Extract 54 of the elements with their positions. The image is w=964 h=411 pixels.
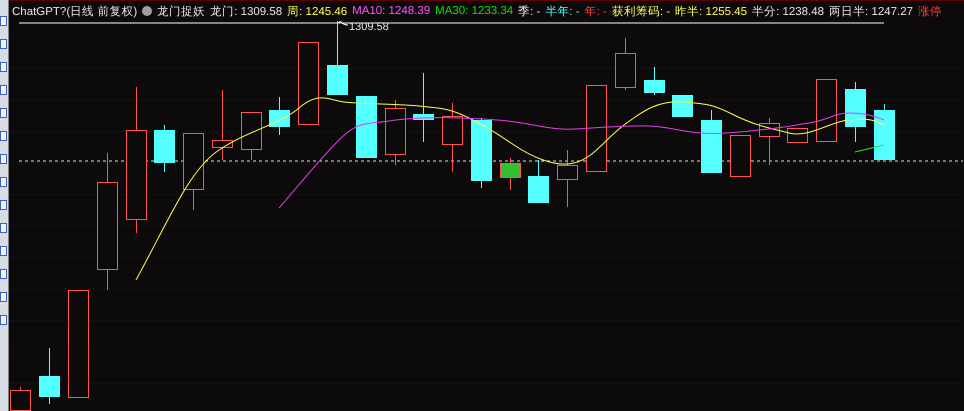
candlestick bbox=[212, 90, 233, 160]
candlestick bbox=[241, 112, 262, 160]
legend-value: 两日半: 1247.27 bbox=[829, 4, 913, 18]
candlestick bbox=[816, 78, 837, 142]
tool-icon[interactable] bbox=[0, 62, 7, 72]
candlestick bbox=[874, 104, 895, 160]
candlestick bbox=[39, 348, 60, 404]
tool-icon[interactable] bbox=[0, 154, 7, 164]
tool-icon[interactable] bbox=[0, 315, 7, 325]
tool-icon[interactable] bbox=[0, 177, 7, 187]
candlestick bbox=[730, 134, 751, 178]
candlestick bbox=[413, 72, 434, 142]
legend-value: 涨停 bbox=[918, 4, 942, 18]
legend-value: MA10: 1248.39 bbox=[352, 5, 430, 17]
candlestick bbox=[845, 82, 866, 142]
chart-title: ChatGPT?(日线 前复权) bbox=[12, 4, 138, 18]
candlestick bbox=[701, 110, 722, 174]
tool-icon[interactable] bbox=[0, 200, 7, 210]
pointer-icon bbox=[338, 21, 348, 26]
tool-icon[interactable] bbox=[0, 85, 7, 95]
candlestick bbox=[269, 96, 290, 136]
candlestick bbox=[528, 160, 549, 204]
candlestick bbox=[644, 66, 665, 96]
indicator-name: 龙门捉妖 bbox=[157, 4, 206, 18]
tool-icon[interactable] bbox=[0, 16, 7, 26]
candlestick bbox=[787, 128, 808, 144]
tool-icon[interactable] bbox=[0, 292, 7, 302]
legend-value: 昨半: 1255.45 bbox=[675, 4, 748, 18]
legend-value: 周: 1245.46 bbox=[287, 4, 348, 18]
candlestick bbox=[154, 124, 175, 172]
candlestick bbox=[356, 96, 377, 158]
candlestick bbox=[385, 100, 406, 166]
tool-icon[interactable] bbox=[0, 131, 7, 141]
legend-value: 半分: 1238.48 bbox=[752, 4, 824, 18]
candlestick bbox=[442, 102, 463, 172]
candlestick bbox=[672, 94, 693, 118]
candlestick bbox=[759, 118, 780, 166]
legend-value: 获利筹码: - bbox=[612, 4, 670, 18]
candlestick bbox=[615, 38, 636, 90]
candlestick bbox=[500, 158, 521, 190]
high-price-label: 1309.58 bbox=[349, 21, 389, 33]
candlestick bbox=[471, 118, 492, 188]
tool-icon[interactable] bbox=[0, 223, 7, 233]
dropdown-icon[interactable] bbox=[142, 6, 152, 16]
legend-value: 年: - bbox=[584, 4, 607, 18]
legend-value: 季: - bbox=[518, 4, 540, 18]
tool-icon[interactable] bbox=[0, 108, 7, 118]
tool-icon[interactable] bbox=[0, 39, 7, 49]
legend-value: MA30: 1233.34 bbox=[435, 5, 514, 17]
tool-icon[interactable] bbox=[0, 269, 7, 279]
legend-value: 龙门: 1309.58 bbox=[210, 4, 282, 18]
tool-icon[interactable] bbox=[0, 246, 7, 256]
candlestick bbox=[557, 150, 578, 208]
legend-value: 半年: - bbox=[545, 4, 580, 18]
